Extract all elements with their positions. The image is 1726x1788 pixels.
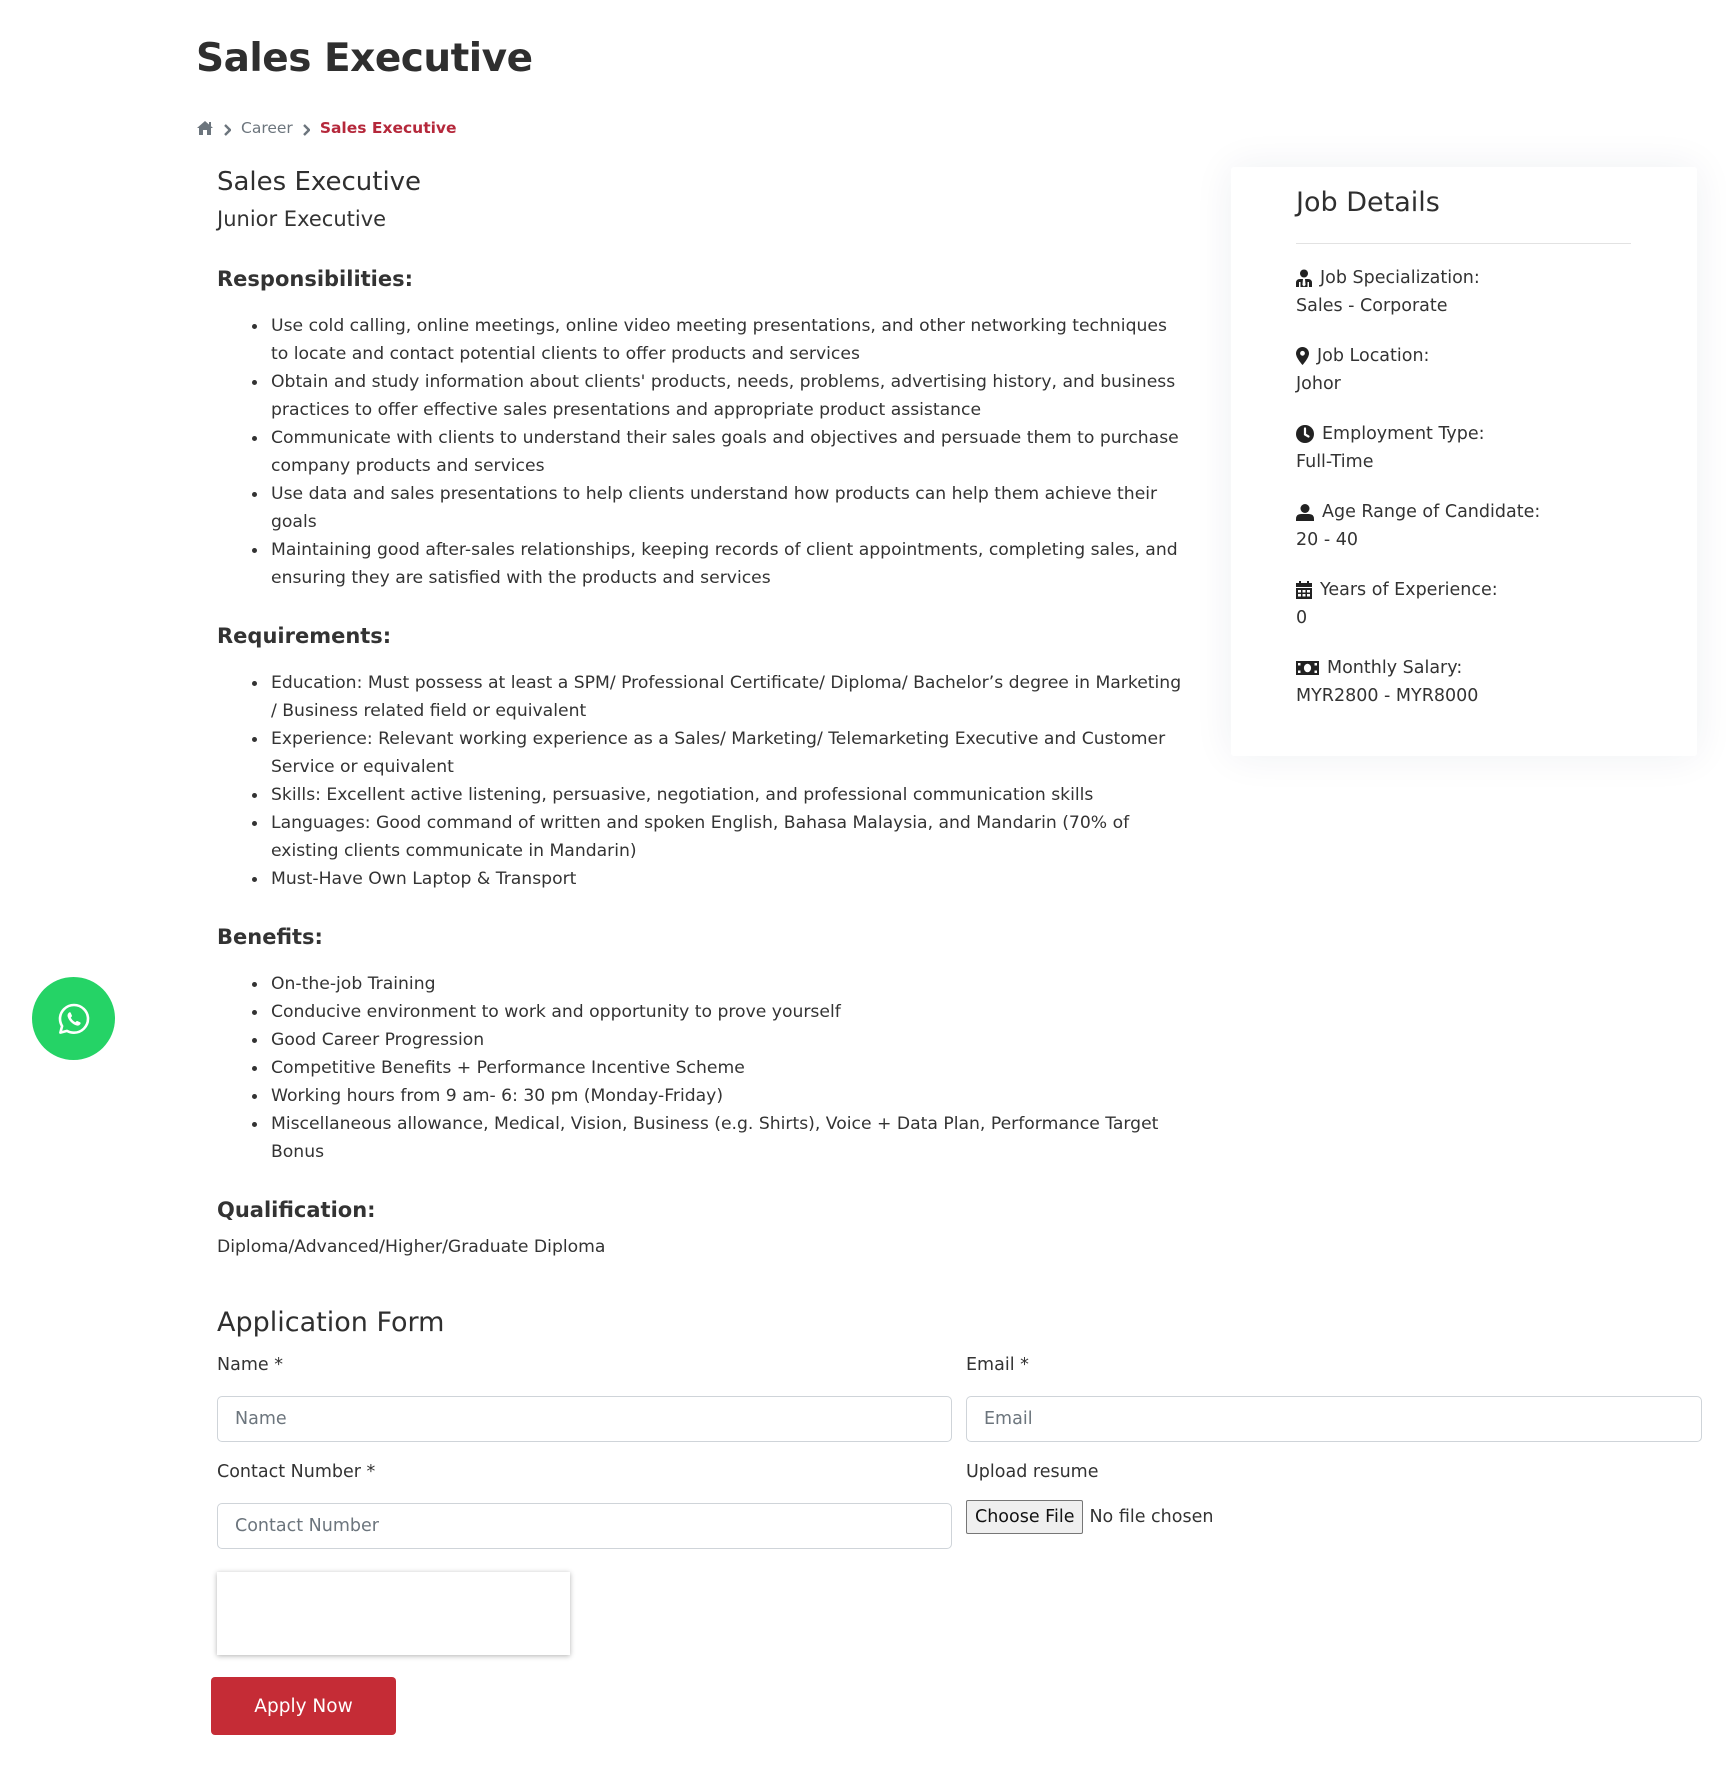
detail-value: Sales - Corporate [1296,296,1448,316]
resume-file-input: Choose File No file chosen [966,1500,1213,1534]
job-details-card: Job Details Job Specialization: Sales - … [1231,167,1697,756]
responsibilities-heading: Responsibilities: [217,267,414,291]
apply-now-button[interactable]: Apply Now [211,1677,396,1735]
list-item: Languages: Good command of written and s… [252,809,1187,865]
detail-years-experience: Years of Experience: 0 [1296,576,1656,632]
responsibilities-section: Responsibilities: Use cold calling, onli… [217,264,1187,592]
name-input[interactable] [217,1396,952,1442]
detail-label: Monthly Salary: [1327,658,1463,678]
list-item: Must-Have Own Laptop & Transport [252,865,1187,893]
list-item: Good Career Progression [252,1026,1187,1054]
detail-monthly-salary: Monthly Salary: MYR2800 - MYR8000 [1296,654,1656,710]
detail-label: Employment Type: [1322,424,1485,444]
requirements-section: Requirements: Education: Must possess at… [217,621,1187,893]
list-item: Miscellaneous allowance, Medical, Vision… [252,1110,1187,1166]
home-icon[interactable] [196,120,214,136]
breadcrumb: Career Sales Executive [196,119,457,137]
file-status: No file chosen [1089,1507,1214,1527]
qualification-heading: Qualification: [217,1198,376,1222]
list-item: Use data and sales presentations to help… [252,480,1187,536]
money-bill-icon [1296,661,1319,675]
whatsapp-button[interactable] [32,977,115,1060]
benefits-section: Benefits: On-the-job Training Conducive … [217,922,1187,1166]
chevron-right-icon [223,122,232,136]
detail-label: Years of Experience: [1320,580,1498,600]
qualification-section: Qualification: Diploma/Advanced/Higher/G… [217,1195,1187,1261]
breadcrumb-item-career[interactable]: Career [241,119,293,137]
detail-value: Full-Time [1296,452,1374,472]
job-level: Junior Executive [217,207,387,231]
benefits-heading: Benefits: [217,925,323,949]
choose-file-button[interactable]: Choose File [966,1500,1084,1534]
detail-value: MYR2800 - MYR8000 [1296,686,1479,706]
detail-employment-type: Employment Type: Full-Time [1296,420,1656,476]
list-item: Working hours from 9 am- 6: 30 pm (Monda… [252,1082,1187,1110]
contact-number-label: Contact Number * [217,1462,376,1482]
detail-label: Age Range of Candidate: [1322,502,1541,522]
list-item: Experience: Relevant working experience … [252,725,1187,781]
detail-age-range: Age Range of Candidate: 20 - 40 [1296,498,1656,554]
map-marker-icon [1296,347,1309,365]
job-description: Sales Executive Junior Executive Respons… [217,165,1187,1261]
whatsapp-icon [58,1003,89,1034]
benefits-list: On-the-job Training Conducive environmen… [217,970,1187,1166]
detail-value: 20 - 40 [1296,530,1358,550]
qualification-value: Diploma/Advanced/Higher/Graduate Diploma [217,1237,606,1257]
contact-number-input[interactable] [217,1503,952,1549]
requirements-heading: Requirements: [217,624,392,648]
detail-value: 0 [1296,608,1308,628]
list-item: Maintaining good after-sales relationshi… [252,536,1187,592]
list-item: Education: Must possess at least a SPM/ … [252,669,1187,725]
requirements-list: Education: Must possess at least a SPM/ … [217,669,1187,893]
responsibilities-list: Use cold calling, online meetings, onlin… [217,312,1187,592]
user-tie-icon [1296,269,1312,287]
detail-value: Johor [1296,374,1341,394]
list-item: Use cold calling, online meetings, onlin… [252,312,1187,368]
email-input[interactable] [966,1396,1702,1442]
list-item: Conducive environment to work and opport… [252,998,1187,1026]
detail-label: Job Location: [1317,346,1430,366]
email-label: Email * [966,1355,1029,1375]
list-item: Competitive Benefits + Performance Incen… [252,1054,1187,1082]
name-label: Name * [217,1355,283,1375]
detail-job-specialization: Job Specialization: Sales - Corporate [1296,264,1656,320]
list-item: Skills: Excellent active listening, pers… [252,781,1187,809]
user-icon [1296,503,1314,521]
job-title: Sales Executive [217,167,422,197]
page-title: Sales Executive [196,36,533,81]
list-item: Obtain and study information about clien… [252,368,1187,424]
job-details-title: Job Details [1296,187,1440,218]
list-item: Communicate with clients to understand t… [252,424,1187,480]
breadcrumb-item-current: Sales Executive [319,119,457,137]
list-item: On-the-job Training [252,970,1187,998]
detail-job-location: Job Location: Johor [1296,342,1656,398]
application-form-title: Application Form [217,1307,445,1338]
detail-label: Job Specialization: [1320,268,1480,288]
chevron-right-icon [302,122,311,136]
upload-resume-label: Upload resume [966,1462,1099,1482]
captcha-widget[interactable] [217,1572,570,1655]
calendar-icon [1296,581,1312,599]
divider [1296,243,1631,244]
clock-icon [1296,425,1314,443]
